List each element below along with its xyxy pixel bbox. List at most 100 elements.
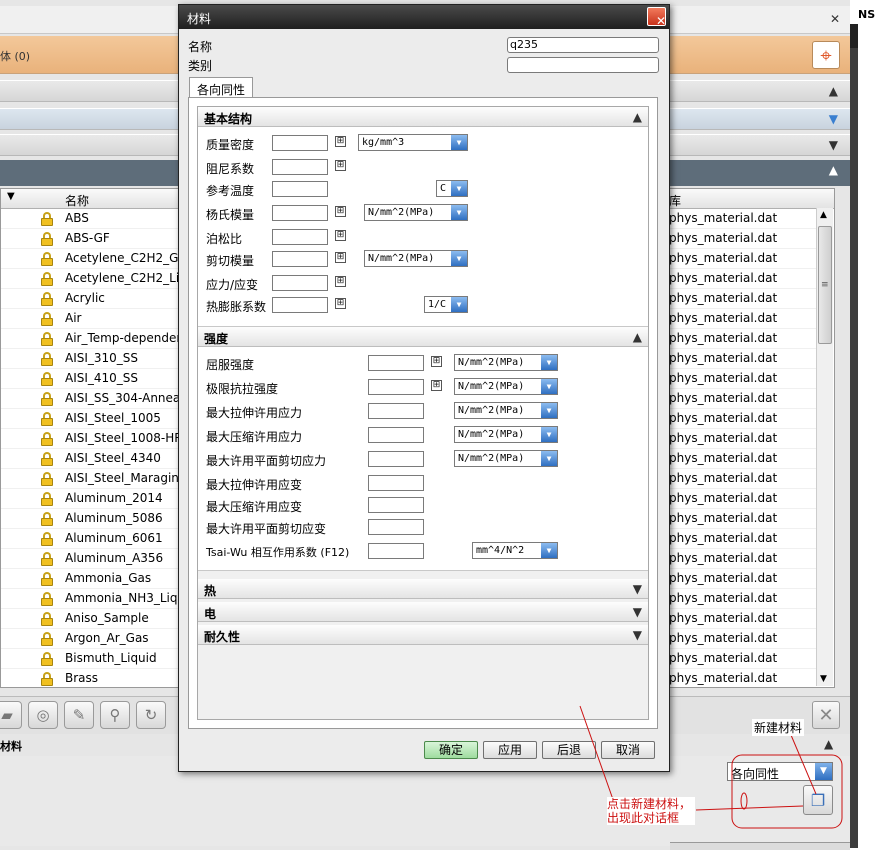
tool-button-2[interactable]: ◎ [28, 701, 58, 729]
lock-icon [41, 312, 53, 326]
bottom-button-row [670, 842, 850, 850]
dropdown-arrow-icon: ▼ [451, 181, 467, 196]
scroll-down-icon[interactable]: ▼ [820, 674, 827, 684]
max-shear-strain-input[interactable] [368, 519, 424, 535]
table-icon[interactable]: ⊞ [335, 160, 346, 171]
lock-icon [41, 352, 53, 366]
chevron-up-icon: ▲ [828, 163, 838, 177]
material-type-select[interactable]: 各向同性 ▼ [727, 762, 833, 781]
tool-button-1[interactable]: ▰ [0, 701, 22, 729]
sort-caret-icon[interactable]: ▼ [7, 191, 15, 202]
max-tension-stress-unit-select[interactable]: N/mm^2(MPa) ▼ [454, 402, 558, 419]
dialog-title: 材料 [187, 12, 212, 26]
right-edge-text: NS [858, 8, 876, 21]
yield-input[interactable] [368, 355, 424, 371]
category-field[interactable] [507, 57, 659, 73]
tool-button-4[interactable]: ⚲ [100, 701, 130, 729]
table-scrollbar[interactable]: ▲ ≡ ▼ [816, 208, 833, 686]
section-strength-header[interactable]: 强度 ▲ [198, 327, 648, 347]
table-icon[interactable]: ⊞ [335, 206, 346, 217]
youngs-label: 杨氏模量 [206, 208, 255, 222]
lock-icon [41, 452, 53, 466]
tool-button-3[interactable]: ✎ [64, 701, 94, 729]
row-material-name: Ammonia_NH3_Liquid [65, 591, 185, 605]
section-electrical-header[interactable]: 电 ▼ [198, 602, 648, 622]
tool-button-5[interactable]: ↻ [136, 701, 166, 729]
tab-isotropic[interactable]: 各向同性 [189, 77, 253, 98]
row-library: phys_material.dat [669, 351, 778, 365]
density-label: 质量密度 [206, 138, 255, 152]
thermal-exp-unit-select[interactable]: 1/C ▼ [424, 296, 468, 313]
annotation-note: 点击新建材料，出现此对话框 [607, 797, 695, 825]
section-basic-header[interactable]: 基本结构 ▲ [198, 107, 648, 127]
density-input[interactable] [272, 135, 328, 151]
crosshair-button[interactable]: ⌖ [812, 41, 840, 69]
new-material-button[interactable]: ❐ [803, 785, 833, 815]
dialog-close-button[interactable]: ✕ [647, 7, 666, 28]
ultimate-input[interactable] [368, 379, 424, 395]
delete-button[interactable]: ✕ [812, 701, 840, 729]
row-library: phys_material.dat [669, 491, 778, 505]
table-icon[interactable]: ⊞ [431, 380, 442, 391]
section-durability-header[interactable]: 耐久性 ▼ [198, 625, 648, 645]
section-thermal-header[interactable]: 热 ▼ [198, 579, 648, 599]
close-icon[interactable]: ✕ [830, 12, 840, 26]
row-library: phys_material.dat [669, 511, 778, 525]
scroll-up-icon[interactable]: ▲ [820, 210, 827, 220]
shear-input[interactable] [272, 251, 328, 267]
ultimate-label: 极限抗拉强度 [206, 382, 279, 396]
row-material-name: AISI_SS_304-Annealed [65, 391, 185, 405]
max-shear-stress-unit-select[interactable]: N/mm^2(MPa) ▼ [454, 450, 558, 467]
tsai-wu-input[interactable] [368, 543, 424, 559]
chevron-up-icon[interactable]: ▲ [824, 737, 833, 751]
name-field[interactable]: q235 [507, 37, 659, 53]
poisson-input[interactable] [272, 229, 328, 245]
max-compress-stress-unit-select[interactable]: N/mm^2(MPa) ▼ [454, 426, 558, 443]
lock-icon [41, 532, 53, 546]
apply-button[interactable]: 应用 [483, 741, 537, 759]
max-compress-stress-input[interactable] [368, 427, 424, 443]
lock-icon [41, 412, 53, 426]
ok-button[interactable]: 确定 [424, 741, 478, 759]
ref-temp-unit-select[interactable]: C ▼ [436, 180, 468, 197]
tsai-wu-unit-select[interactable]: mm^4/N^2 ▼ [472, 542, 558, 559]
row-material-name: Ammonia_Gas [65, 571, 152, 585]
edit-icon: ✎ [72, 706, 86, 724]
new-material-icon: ❐ [810, 790, 826, 810]
table-icon[interactable]: ⊞ [335, 136, 346, 147]
lock-icon [41, 632, 53, 646]
max-tension-strain-input[interactable] [368, 475, 424, 491]
table-icon[interactable]: ⊞ [335, 252, 346, 263]
row-material-name: Aniso_Sample [65, 611, 149, 625]
max-shear-stress-input[interactable] [368, 451, 424, 467]
section-durability-title: 耐久性 [204, 630, 241, 644]
youngs-unit-select[interactable]: N/mm^2(MPa) ▼ [364, 204, 468, 221]
shear-unit: N/mm^2(MPa) [368, 253, 435, 264]
shear-unit-select[interactable]: N/mm^2(MPa) ▼ [364, 250, 468, 267]
stress-strain-input[interactable] [272, 275, 328, 291]
yield-unit-select[interactable]: N/mm^2(MPa) ▼ [454, 354, 558, 371]
cancel-button[interactable]: 取消 [601, 741, 655, 759]
chevron-up-icon: ▲ [632, 110, 642, 124]
max-tension-stress-input[interactable] [368, 403, 424, 419]
back-button[interactable]: 后退 [542, 741, 596, 759]
tsai-wu-unit: mm^4/N^2 [476, 545, 525, 556]
max-compress-stress-unit: N/mm^2(MPa) [458, 429, 525, 440]
damping-input[interactable] [272, 159, 328, 175]
max-compress-strain-input[interactable] [368, 497, 424, 513]
ref-temp-input[interactable] [272, 181, 328, 197]
youngs-input[interactable] [272, 205, 328, 221]
table-icon[interactable]: ⊞ [431, 356, 442, 367]
row-library: phys_material.dat [669, 371, 778, 385]
ultimate-unit-select[interactable]: N/mm^2(MPa) ▼ [454, 378, 558, 395]
column-name[interactable]: 名称 [65, 192, 89, 209]
table-icon[interactable]: ⊞ [335, 298, 346, 309]
row-material-name: Acrylic [65, 291, 105, 305]
dialog-title-bar[interactable]: 材料 ✕ [179, 5, 669, 29]
table-icon[interactable]: ⊞ [335, 230, 346, 241]
density-unit-select[interactable]: kg/mm^3 ▼ [358, 134, 468, 151]
row-library: phys_material.dat [669, 591, 778, 605]
table-icon[interactable]: ⊞ [335, 276, 346, 287]
thermal-exp-input[interactable] [272, 297, 328, 313]
column-library[interactable]: 库 [669, 192, 681, 209]
